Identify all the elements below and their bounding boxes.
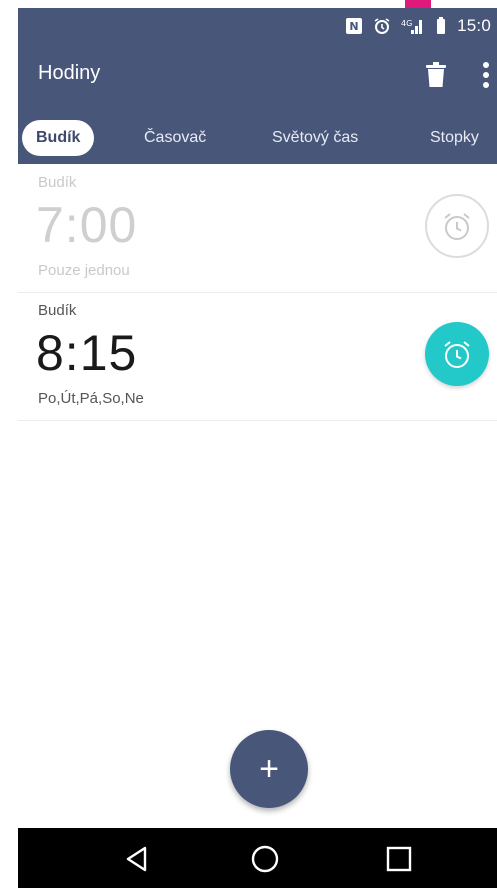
home-icon — [251, 845, 279, 873]
alarm-repeat: Po,Út,Pá,So,Ne — [38, 390, 144, 407]
plus-icon: + — [259, 749, 279, 788]
more-vert-icon — [483, 62, 489, 88]
alarm-item[interactable]: Budík 8:15 Po,Út,Pá,So,Ne — [18, 294, 497, 421]
svg-text:4G: 4G — [401, 19, 412, 28]
alarm-time: 8:15 — [36, 325, 138, 381]
tab-alarm[interactable]: Budík — [22, 120, 95, 156]
alarm-label: Budík — [38, 302, 77, 319]
alarm-icon — [373, 17, 391, 35]
back-button[interactable] — [120, 842, 154, 876]
alarm-toggle-off[interactable] — [425, 194, 489, 258]
tab-world-clock[interactable]: Světový čas — [272, 122, 358, 154]
svg-text:N: N — [350, 20, 359, 33]
nfc-icon: N — [345, 17, 363, 35]
recent-apps-icon — [386, 846, 412, 872]
app-bar: Hodiny — [18, 44, 497, 108]
tab-stopwatch[interactable]: Stopky — [430, 122, 479, 154]
tab-bar: Budík Časovač Světový čas Stopky — [18, 108, 497, 164]
alarm-label: Budík — [38, 174, 77, 191]
app-frame: N 4G 15:0 Hodiny Budík Časovač Světový č… — [18, 0, 497, 888]
alarm-time: 7:00 — [36, 197, 138, 253]
alarm-repeat: Pouze jednou — [38, 262, 130, 279]
delete-button[interactable] — [419, 58, 453, 92]
screen-left-edge — [0, 0, 18, 888]
back-icon — [126, 846, 147, 872]
navigation-bar — [18, 828, 497, 888]
alarm-toggle-on[interactable] — [425, 322, 489, 386]
status-time: 15:0 — [457, 16, 491, 35]
notification-marker — [405, 0, 431, 8]
battery-icon — [435, 17, 447, 35]
recent-apps-button[interactable] — [382, 842, 416, 876]
home-button[interactable] — [248, 842, 282, 876]
signal-icon: 4G — [401, 17, 425, 35]
alarm-item[interactable]: Budík 7:00 Pouze jednou — [18, 166, 497, 293]
app-title: Hodiny — [38, 62, 101, 84]
add-alarm-button[interactable]: + — [230, 730, 308, 808]
more-options-button[interactable] — [475, 58, 497, 92]
status-bar: N 4G 15:0 — [18, 8, 497, 44]
alarm-clock-icon — [444, 213, 470, 240]
alarm-clock-icon — [444, 341, 470, 368]
trash-icon — [426, 62, 446, 87]
tab-timer[interactable]: Časovač — [144, 122, 206, 154]
